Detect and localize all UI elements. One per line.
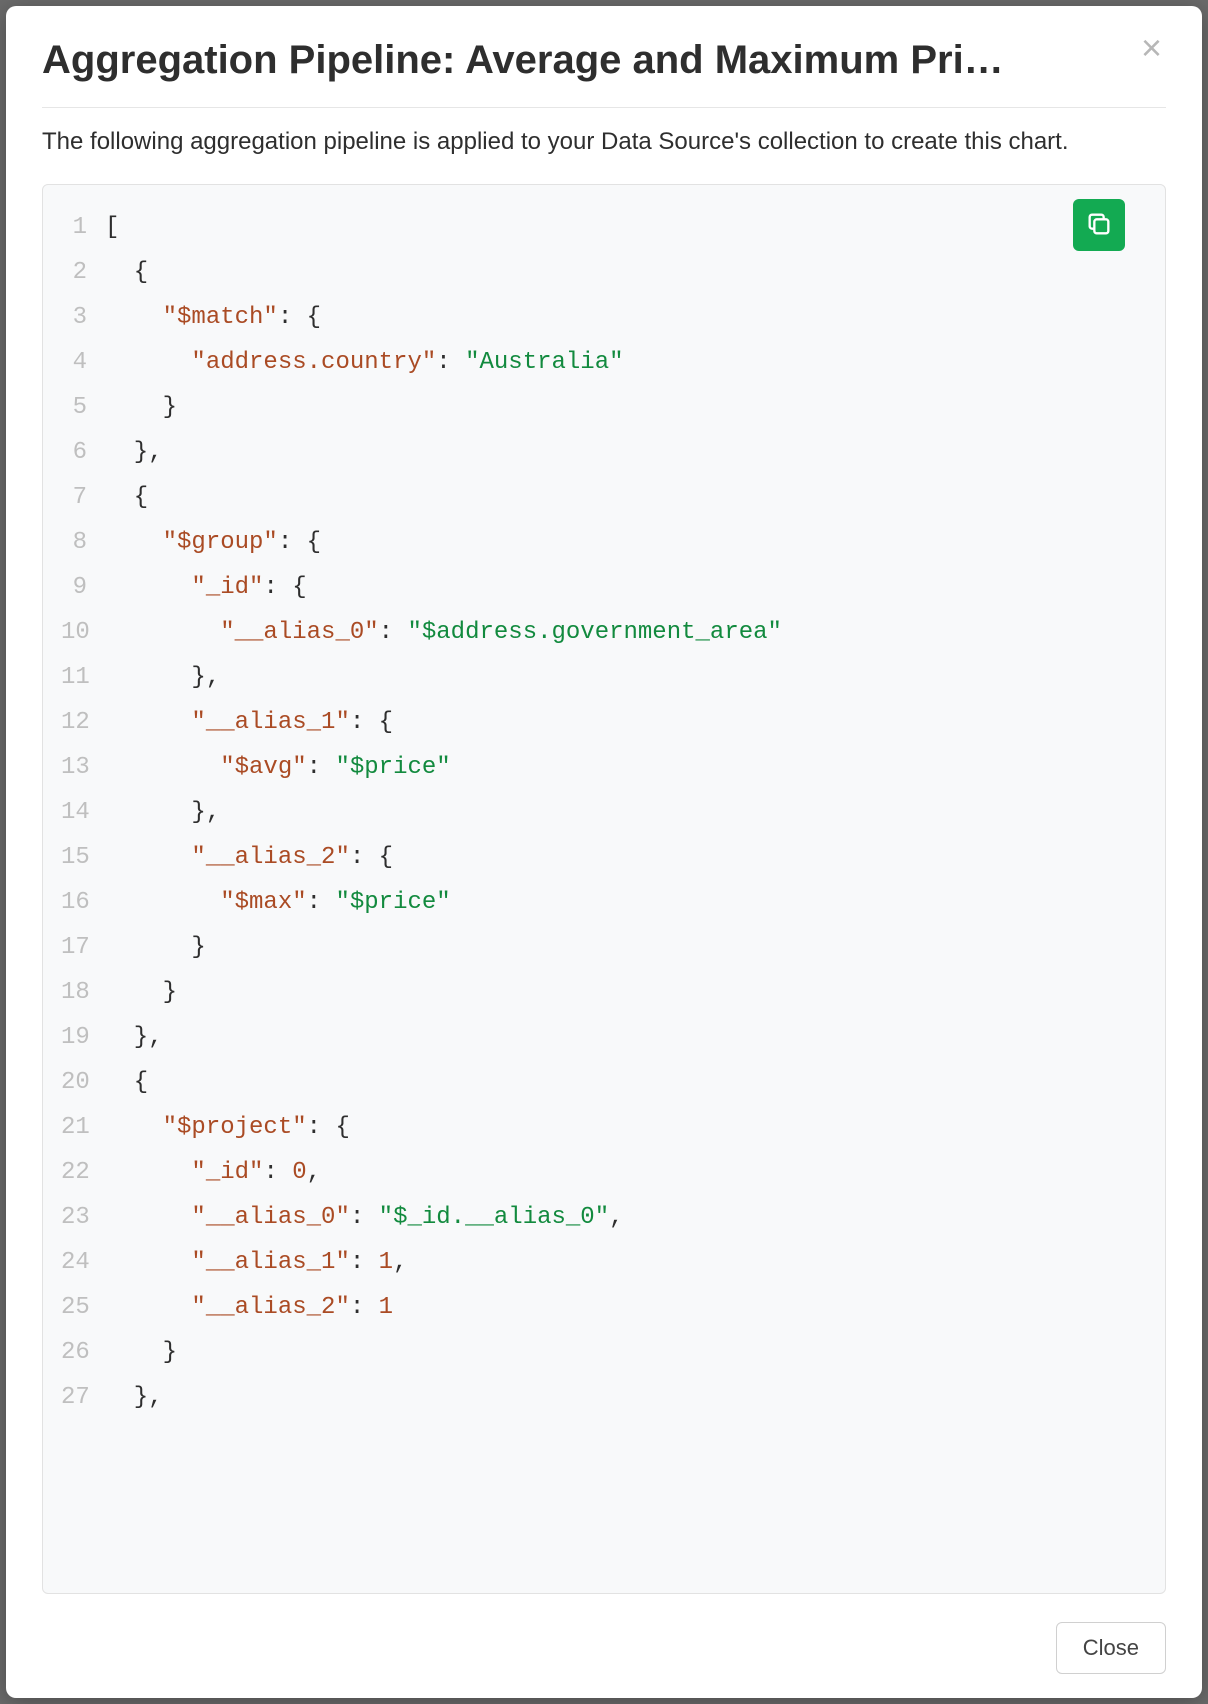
line-number: 20 bbox=[61, 1060, 105, 1105]
line-content: [ bbox=[105, 205, 119, 250]
code-line: 6 }, bbox=[61, 430, 1147, 475]
code-line: 24 "__alias_1": 1, bbox=[61, 1240, 1147, 1285]
code-line: 8 "$group": { bbox=[61, 520, 1147, 565]
line-content: "$match": { bbox=[105, 295, 321, 340]
modal-footer: Close bbox=[42, 1594, 1166, 1674]
line-number: 3 bbox=[61, 295, 105, 340]
line-number: 5 bbox=[61, 385, 105, 430]
code-line: 18 } bbox=[61, 970, 1147, 1015]
code-container: 1[2 {3 "$match": {4 "address.country": "… bbox=[42, 184, 1166, 1594]
line-number: 9 bbox=[61, 565, 105, 610]
line-number: 8 bbox=[61, 520, 105, 565]
code-line: 5 } bbox=[61, 385, 1147, 430]
code-line: 14 }, bbox=[61, 790, 1147, 835]
line-content: "$group": { bbox=[105, 520, 321, 565]
line-number: 26 bbox=[61, 1330, 105, 1375]
line-content: }, bbox=[105, 1375, 163, 1420]
line-content: "address.country": "Australia" bbox=[105, 340, 624, 385]
line-number: 25 bbox=[61, 1285, 105, 1330]
code-line: 11 }, bbox=[61, 655, 1147, 700]
line-number: 14 bbox=[61, 790, 105, 835]
line-number: 21 bbox=[61, 1105, 105, 1150]
modal-title: Aggregation Pipeline: Average and Maximu… bbox=[42, 38, 1137, 83]
line-number: 24 bbox=[61, 1240, 105, 1285]
code-line: 7 { bbox=[61, 475, 1147, 520]
line-content: { bbox=[105, 250, 148, 295]
line-content: }, bbox=[105, 655, 220, 700]
line-content: "__alias_1": 1, bbox=[105, 1240, 407, 1285]
line-number: 19 bbox=[61, 1015, 105, 1060]
line-content: }, bbox=[105, 430, 163, 475]
line-content: "__alias_0": "$_id.__alias_0", bbox=[105, 1195, 624, 1240]
code-line: 17 } bbox=[61, 925, 1147, 970]
line-number: 17 bbox=[61, 925, 105, 970]
code-line: 22 "_id": 0, bbox=[61, 1150, 1147, 1195]
code-line: 15 "__alias_2": { bbox=[61, 835, 1147, 880]
line-number: 11 bbox=[61, 655, 105, 700]
code-line: 10 "__alias_0": "$address.government_are… bbox=[61, 610, 1147, 655]
line-number: 12 bbox=[61, 700, 105, 745]
code-line: 21 "$project": { bbox=[61, 1105, 1147, 1150]
code-line: 13 "$avg": "$price" bbox=[61, 745, 1147, 790]
copy-button[interactable] bbox=[1073, 199, 1125, 251]
code-line: 4 "address.country": "Australia" bbox=[61, 340, 1147, 385]
line-number: 23 bbox=[61, 1195, 105, 1240]
code-line: 16 "$max": "$price" bbox=[61, 880, 1147, 925]
line-content: "_id": { bbox=[105, 565, 307, 610]
copy-icon bbox=[1085, 210, 1113, 241]
line-number: 15 bbox=[61, 835, 105, 880]
line-content: }, bbox=[105, 1015, 163, 1060]
line-number: 2 bbox=[61, 250, 105, 295]
line-content: "__alias_2": { bbox=[105, 835, 393, 880]
line-number: 4 bbox=[61, 340, 105, 385]
line-number: 27 bbox=[61, 1375, 105, 1420]
code-line: 1[ bbox=[61, 205, 1147, 250]
line-number: 16 bbox=[61, 880, 105, 925]
line-content: } bbox=[105, 970, 177, 1015]
code-line: 2 { bbox=[61, 250, 1147, 295]
code-line: 23 "__alias_0": "$_id.__alias_0", bbox=[61, 1195, 1147, 1240]
modal-subtitle: The following aggregation pipeline is ap… bbox=[42, 128, 1166, 156]
line-content: } bbox=[105, 925, 206, 970]
line-content: "$max": "$price" bbox=[105, 880, 451, 925]
line-content: "__alias_1": { bbox=[105, 700, 393, 745]
line-content: "__alias_2": 1 bbox=[105, 1285, 393, 1330]
line-number: 6 bbox=[61, 430, 105, 475]
line-content: { bbox=[105, 475, 148, 520]
line-number: 22 bbox=[61, 1150, 105, 1195]
line-number: 10 bbox=[61, 610, 105, 655]
line-content: "__alias_0": "$address.government_area" bbox=[105, 610, 782, 655]
line-number: 7 bbox=[61, 475, 105, 520]
code-line: 3 "$match": { bbox=[61, 295, 1147, 340]
code-line: 27 }, bbox=[61, 1375, 1147, 1420]
close-button[interactable]: Close bbox=[1056, 1622, 1166, 1674]
line-content: } bbox=[105, 385, 177, 430]
line-content: } bbox=[105, 1330, 177, 1375]
code-line: 19 }, bbox=[61, 1015, 1147, 1060]
close-icon[interactable]: × bbox=[1137, 34, 1166, 62]
code-line: 25 "__alias_2": 1 bbox=[61, 1285, 1147, 1330]
line-content: "$project": { bbox=[105, 1105, 350, 1150]
line-number: 1 bbox=[61, 205, 105, 250]
code-line: 9 "_id": { bbox=[61, 565, 1147, 610]
line-content: "$avg": "$price" bbox=[105, 745, 451, 790]
line-content: "_id": 0, bbox=[105, 1150, 321, 1195]
line-number: 13 bbox=[61, 745, 105, 790]
code-viewer[interactable]: 1[2 {3 "$match": {4 "address.country": "… bbox=[43, 185, 1165, 1593]
aggregation-pipeline-modal: Aggregation Pipeline: Average and Maximu… bbox=[6, 6, 1202, 1698]
code-line: 12 "__alias_1": { bbox=[61, 700, 1147, 745]
line-number: 18 bbox=[61, 970, 105, 1015]
modal-header: Aggregation Pipeline: Average and Maximu… bbox=[42, 38, 1166, 108]
line-content: }, bbox=[105, 790, 220, 835]
code-line: 20 { bbox=[61, 1060, 1147, 1105]
code-line: 26 } bbox=[61, 1330, 1147, 1375]
line-content: { bbox=[105, 1060, 148, 1105]
